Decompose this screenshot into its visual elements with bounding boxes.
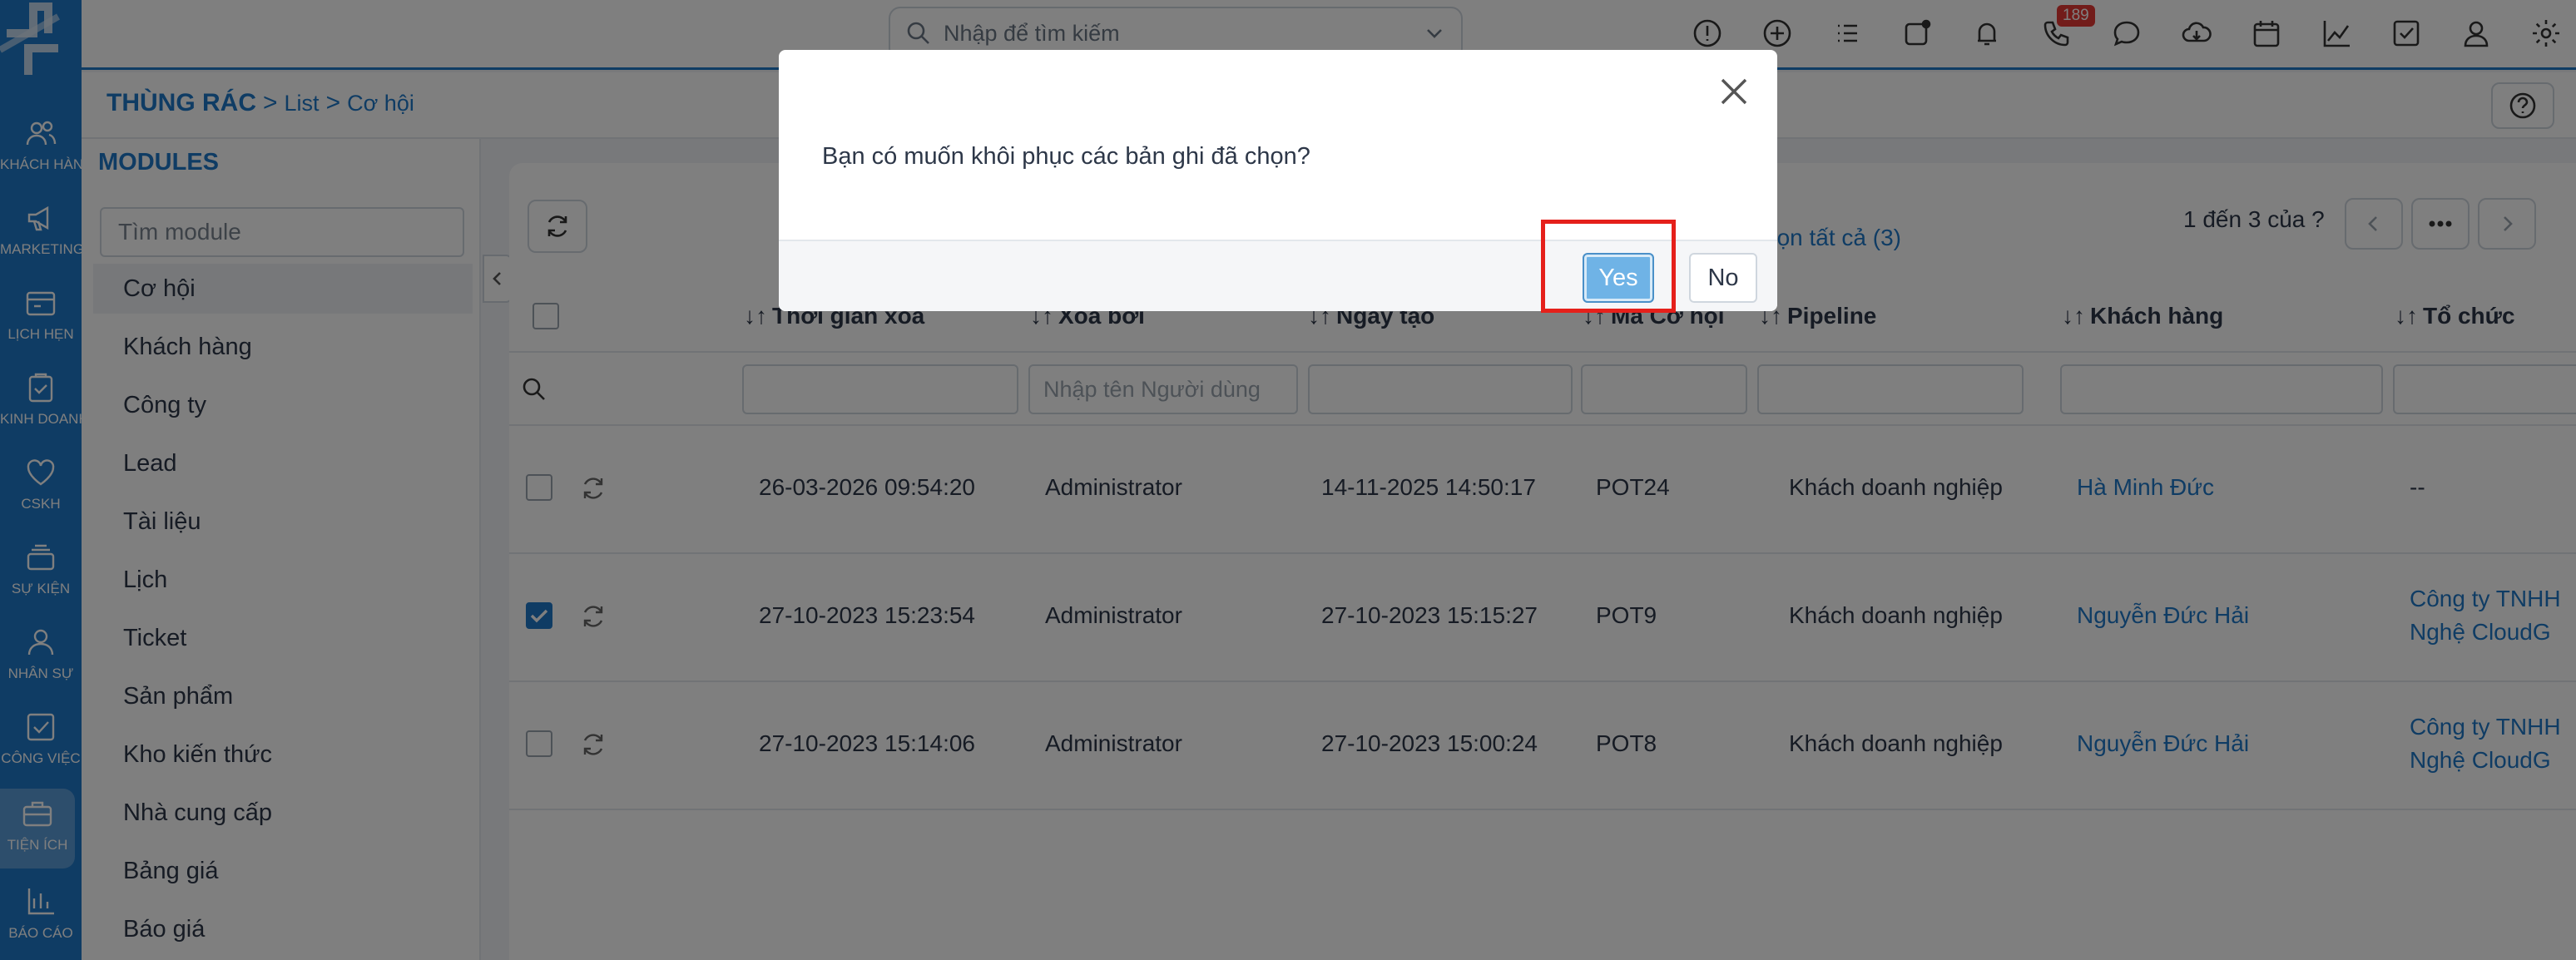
dialog-close-button[interactable] [1714,72,1754,111]
no-button[interactable]: No [1689,253,1757,303]
yes-button-highlight-box [1541,220,1676,313]
dialog-message: Bạn có muốn khôi phục các bản ghi đã chọ… [822,143,1310,170]
close-icon [1721,78,1747,105]
